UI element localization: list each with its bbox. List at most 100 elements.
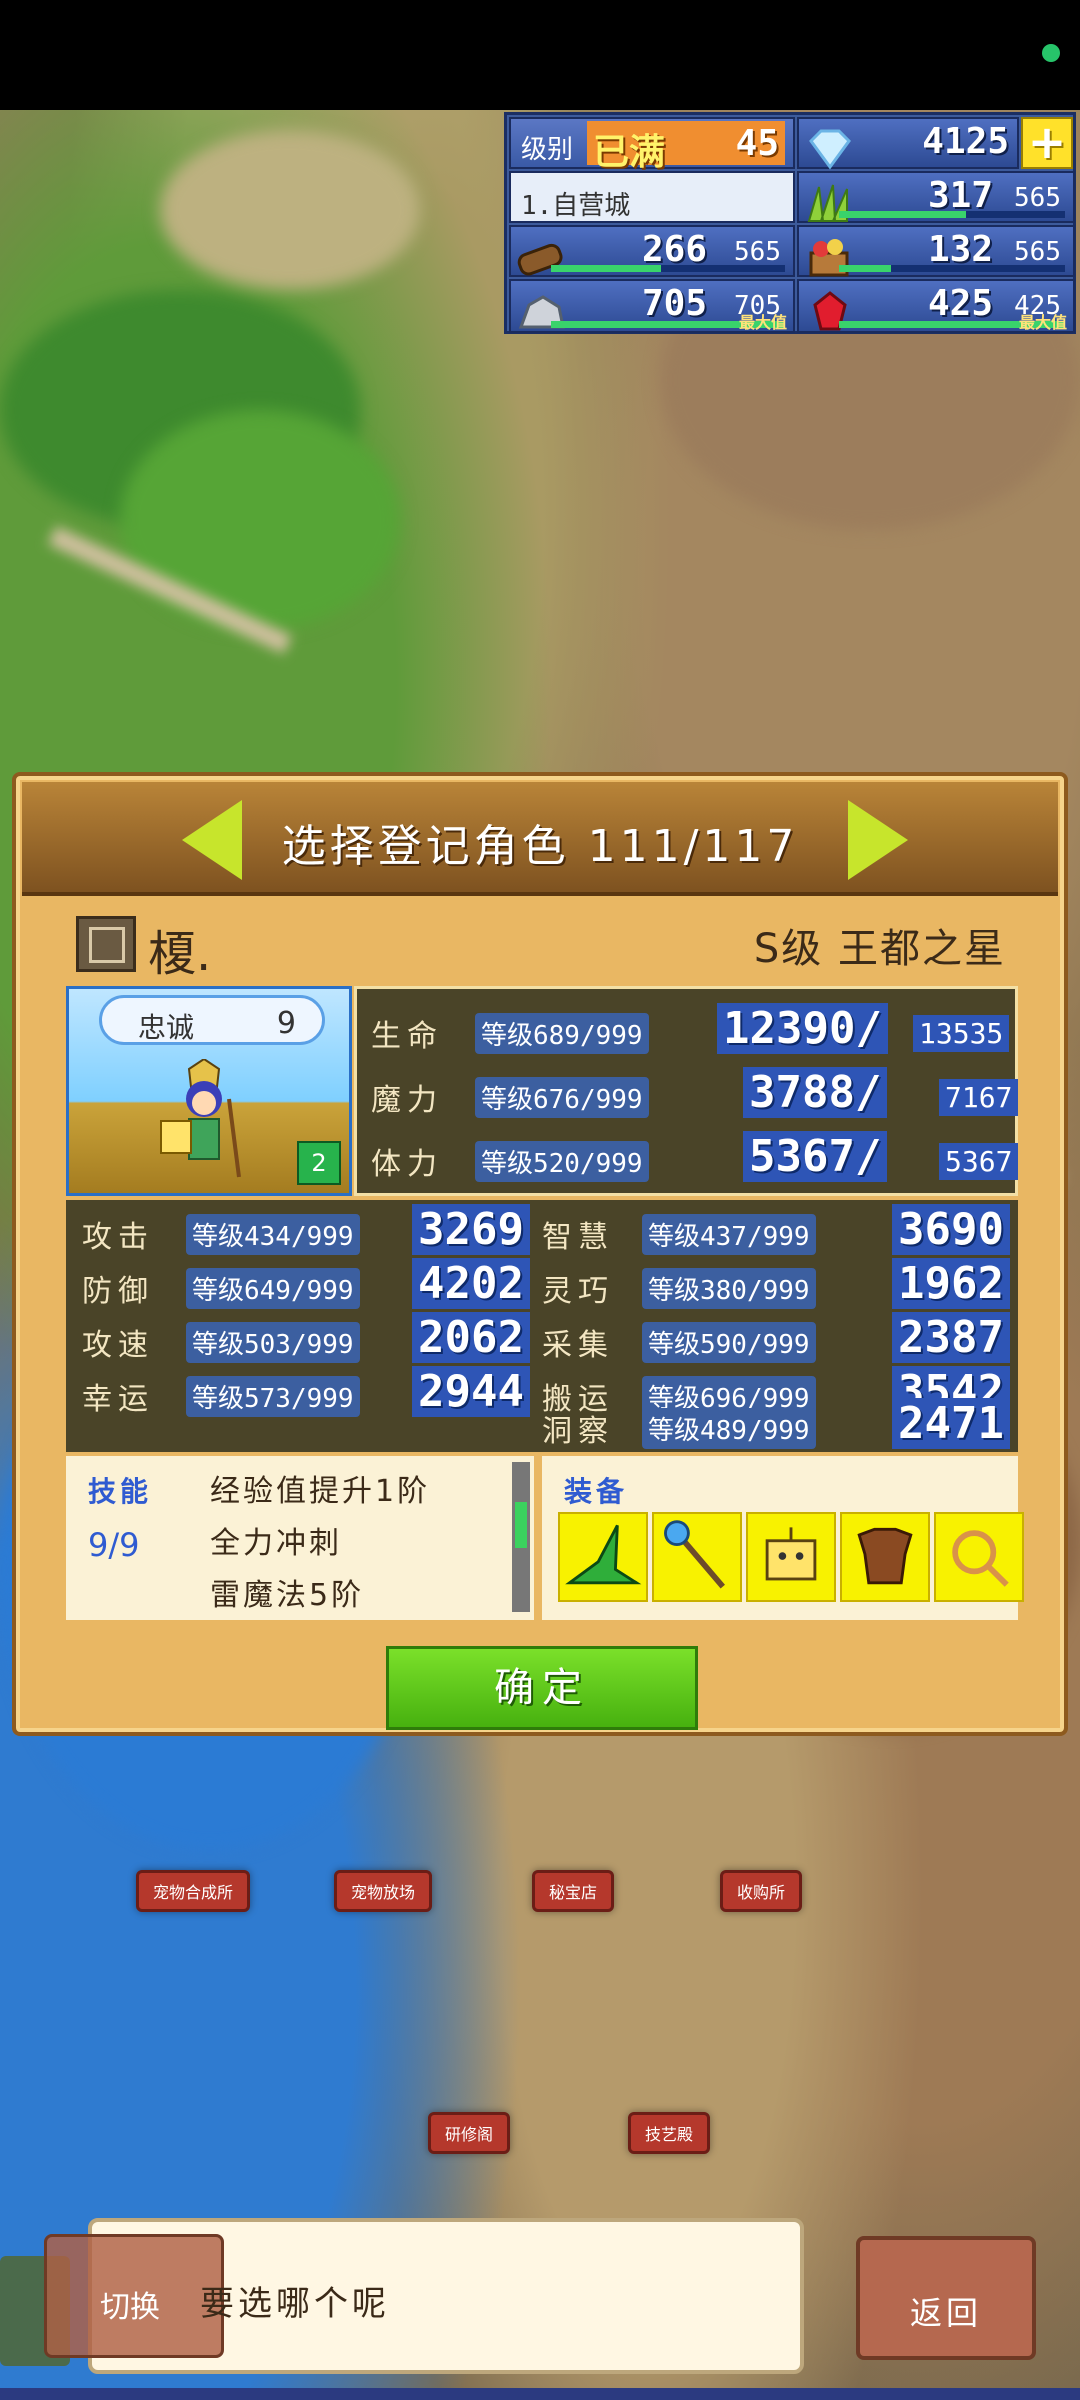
stat-row-attack-speed: 攻速 等级503/999 2062	[66, 1312, 542, 1364]
grass-icon	[807, 184, 848, 222]
switch-label: 切换	[100, 2290, 160, 2325]
stat-level: 等级437/999	[642, 1214, 816, 1255]
building-training-hall[interactable]: 研修阁	[428, 2112, 511, 2154]
stat-level: 等级434/999	[186, 1214, 360, 1255]
dialog-header: 选择登记角色 111/117	[22, 782, 1058, 896]
stat-label: 洞察	[542, 1414, 614, 1449]
building-buyback[interactable]: 收购所	[720, 1870, 803, 1912]
loyalty-value: 9	[276, 1006, 296, 1041]
stat-row-attack: 攻击 等级434/999 3269	[66, 1204, 542, 1256]
stat-row-mp: 魔力 等级676/999 3788/ 7167	[357, 1067, 1019, 1119]
level-cell: 级别 已满 45	[509, 117, 795, 173]
equip-slot-armor[interactable]	[840, 1512, 930, 1602]
food-basket-icon	[809, 239, 849, 277]
food-max: 565	[1014, 237, 1061, 267]
camera-indicator-icon	[1042, 44, 1060, 62]
confirm-button[interactable]: 确定	[386, 1646, 698, 1730]
stat-value: 2387	[892, 1312, 1010, 1363]
stat-max: 5367	[939, 1143, 1019, 1180]
ruby-max-label: 最大值	[1018, 313, 1067, 332]
stat-level: 等级649/999	[186, 1268, 360, 1309]
level-status: 已满	[593, 132, 666, 173]
skills-count: 9/9	[88, 1526, 140, 1564]
equip-slot-head[interactable]	[746, 1512, 836, 1602]
character-select-dialog: 选择登记角色 111/117 榎. S级 王都之星 忠诚 9 2 生命 等级68…	[12, 772, 1068, 1736]
food-value: 132	[927, 229, 993, 270]
skills-scrollbar[interactable]	[512, 1462, 530, 1612]
equipment-title: 装备	[564, 1475, 629, 1508]
ruby-value: 425	[927, 283, 993, 324]
stat-value: 2944	[412, 1366, 530, 1417]
stat-value: 12390/	[717, 1003, 888, 1054]
stat-value: 3788/	[743, 1067, 888, 1118]
stat-level: 等级489/999	[642, 1408, 816, 1449]
wood-cell: 266 565	[509, 225, 795, 277]
stat-label: 体力	[371, 1147, 443, 1182]
attribute-stats-panel: 攻击 等级434/999 3269 防御 等级649/999 4202 攻速 等…	[66, 1200, 1018, 1452]
loyalty-label: 忠诚	[138, 1011, 195, 1044]
stat-max: 7167	[939, 1079, 1019, 1116]
stat-level: 等级503/999	[186, 1322, 360, 1363]
back-button[interactable]: 返回	[856, 2236, 1036, 2360]
stat-label: 生命	[371, 1019, 443, 1054]
building-pet-ranch[interactable]: 宠物放场	[334, 1870, 433, 1912]
building-pet-fusion[interactable]: 宠物合成所	[136, 1870, 251, 1912]
food-bar	[839, 265, 1065, 272]
building-skill-hall[interactable]: 技艺殿	[628, 2112, 711, 2154]
stat-level: 等级573/999	[186, 1376, 360, 1417]
next-character-arrow-icon[interactable]	[848, 800, 908, 880]
robot-head-icon	[765, 1527, 817, 1581]
stat-value: 4202	[412, 1258, 530, 1309]
level-value: 45	[735, 123, 779, 164]
back-label: 返回	[909, 2294, 982, 2332]
skill-item[interactable]: 全力冲刺	[210, 1518, 342, 1562]
stat-label: 采集	[542, 1328, 614, 1363]
skill-item[interactable]: 雷魔法5阶	[210, 1570, 364, 1614]
stat-row-dexterity: 灵巧 等级380/999 1962	[542, 1258, 1018, 1310]
stat-row-gathering: 采集 等级590/999 2387	[542, 1312, 1018, 1364]
grass-bar	[839, 211, 1065, 218]
stone-value: 705	[641, 283, 707, 324]
wood-bar	[551, 265, 785, 272]
add-gems-button[interactable]: +	[1021, 117, 1073, 169]
stat-row-wisdom: 智慧 等级437/999 3690	[542, 1204, 1018, 1256]
skill-item[interactable]: 经验值提升1阶	[210, 1466, 430, 1510]
stat-max: 13535	[913, 1015, 1010, 1052]
loyalty-badge: 忠诚 9	[99, 995, 325, 1045]
diamond-icon	[809, 129, 851, 170]
gem-count: 4125	[922, 121, 1009, 162]
stat-value: 2062	[412, 1312, 530, 1363]
stat-value: 3269	[412, 1204, 530, 1255]
stat-row-insight: 洞察 等级489/999 2471	[542, 1398, 1018, 1450]
ruby-cell: 425 425 最大值	[797, 279, 1075, 333]
stat-level: 等级520/999	[475, 1141, 649, 1182]
stat-label: 防御	[82, 1274, 154, 1309]
grass-value: 317	[927, 175, 993, 216]
stat-value: 3690	[892, 1204, 1010, 1255]
stat-value: 2471	[892, 1398, 1010, 1449]
equip-slot-weapon[interactable]	[652, 1512, 742, 1602]
primary-stats-panel: 生命 等级689/999 12390/ 13535 魔力 等级676/999 3…	[354, 986, 1019, 1196]
equip-slot-accessory[interactable]	[934, 1512, 1024, 1602]
stat-value: 1962	[892, 1258, 1010, 1309]
character-name: 榎.	[148, 926, 212, 982]
food-cell: 132 565	[797, 225, 1075, 277]
character-rank: S级 王都之星	[753, 926, 1006, 972]
stat-value: 5367/	[743, 1131, 888, 1182]
wood-max: 565	[734, 237, 781, 267]
equip-slot-hat[interactable]	[558, 1512, 648, 1602]
town-name-cell[interactable]: 1.自营城	[509, 171, 795, 223]
party-count-badge: 2	[297, 1141, 341, 1185]
staff-icon	[664, 1520, 725, 1589]
character-sprite-icon	[160, 1059, 241, 1178]
profile-book-icon[interactable]	[76, 916, 136, 972]
stat-label: 灵巧	[542, 1274, 614, 1309]
resource-panel: 级别 已满 45 4125 + 1.自营城 317 565 266 565 13…	[504, 112, 1076, 334]
grass-cell: 317 565	[797, 171, 1075, 223]
stat-level: 等级380/999	[642, 1268, 816, 1309]
stat-row-defense: 防御 等级649/999 4202	[66, 1258, 542, 1310]
stat-level: 等级676/999	[475, 1077, 649, 1118]
building-treasure-shop[interactable]: 秘宝店	[532, 1870, 615, 1912]
stat-label: 智慧	[542, 1220, 614, 1255]
leather-armor-icon	[857, 1527, 913, 1585]
